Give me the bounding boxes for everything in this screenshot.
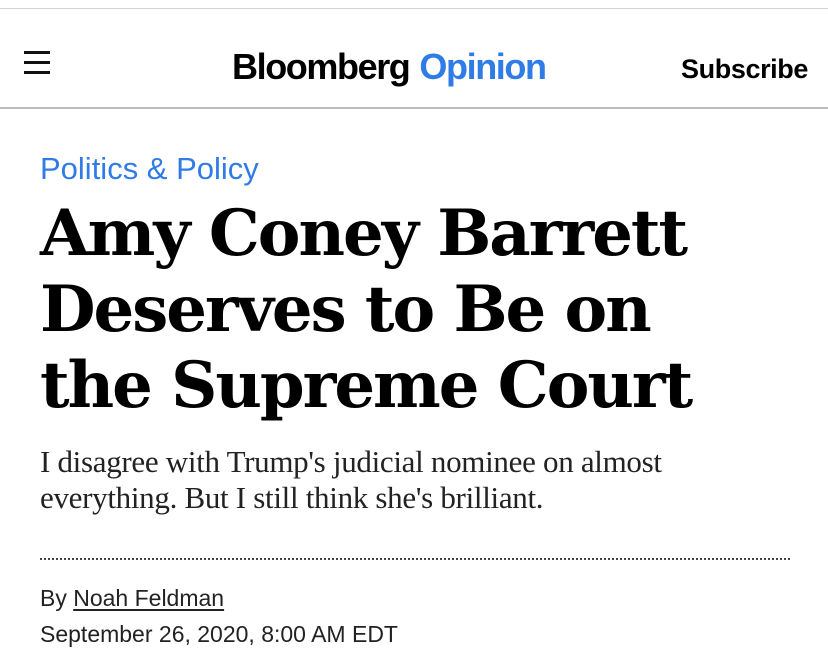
header-divider — [0, 107, 828, 109]
byline-prefix: By — [40, 585, 67, 611]
category-link[interactable]: Politics & Policy — [40, 151, 259, 187]
hamburger-menu-icon[interactable] — [24, 51, 50, 75]
dek-line: everything. But I still think she's bril… — [40, 480, 544, 515]
menu-bar-top — [24, 51, 50, 54]
menu-bar-bottom — [24, 71, 50, 74]
brand-sub-text: Opinion — [419, 46, 547, 87]
subscribe-link[interactable]: Subscribe — [681, 53, 808, 85]
byline-divider — [40, 558, 790, 560]
author-link[interactable]: Noah Feldman — [73, 585, 224, 611]
headline-line: the Supreme Court — [40, 348, 693, 423]
byline: By Noah Feldman — [40, 584, 224, 612]
publish-date: September 26, 2020, 8:00 AM EDT — [40, 621, 398, 647]
brand-main-text: Bloomberg — [232, 46, 411, 87]
headline-line: Amy Coney Barrett — [40, 196, 688, 271]
headline-line: Deserves to Be on — [40, 272, 652, 347]
menu-bar-middle — [24, 61, 50, 64]
article-dek: I disagree with Trump's judicial nominee… — [40, 444, 800, 516]
article-headline: Amy Coney Barrett Deserves to Be on the … — [40, 196, 800, 424]
site-header: Bloomberg Opinion Subscribe — [0, 9, 828, 107]
dek-line: I disagree with Trump's judicial nominee… — [40, 444, 662, 479]
brand-logo[interactable]: Bloomberg Opinion — [232, 45, 547, 89]
